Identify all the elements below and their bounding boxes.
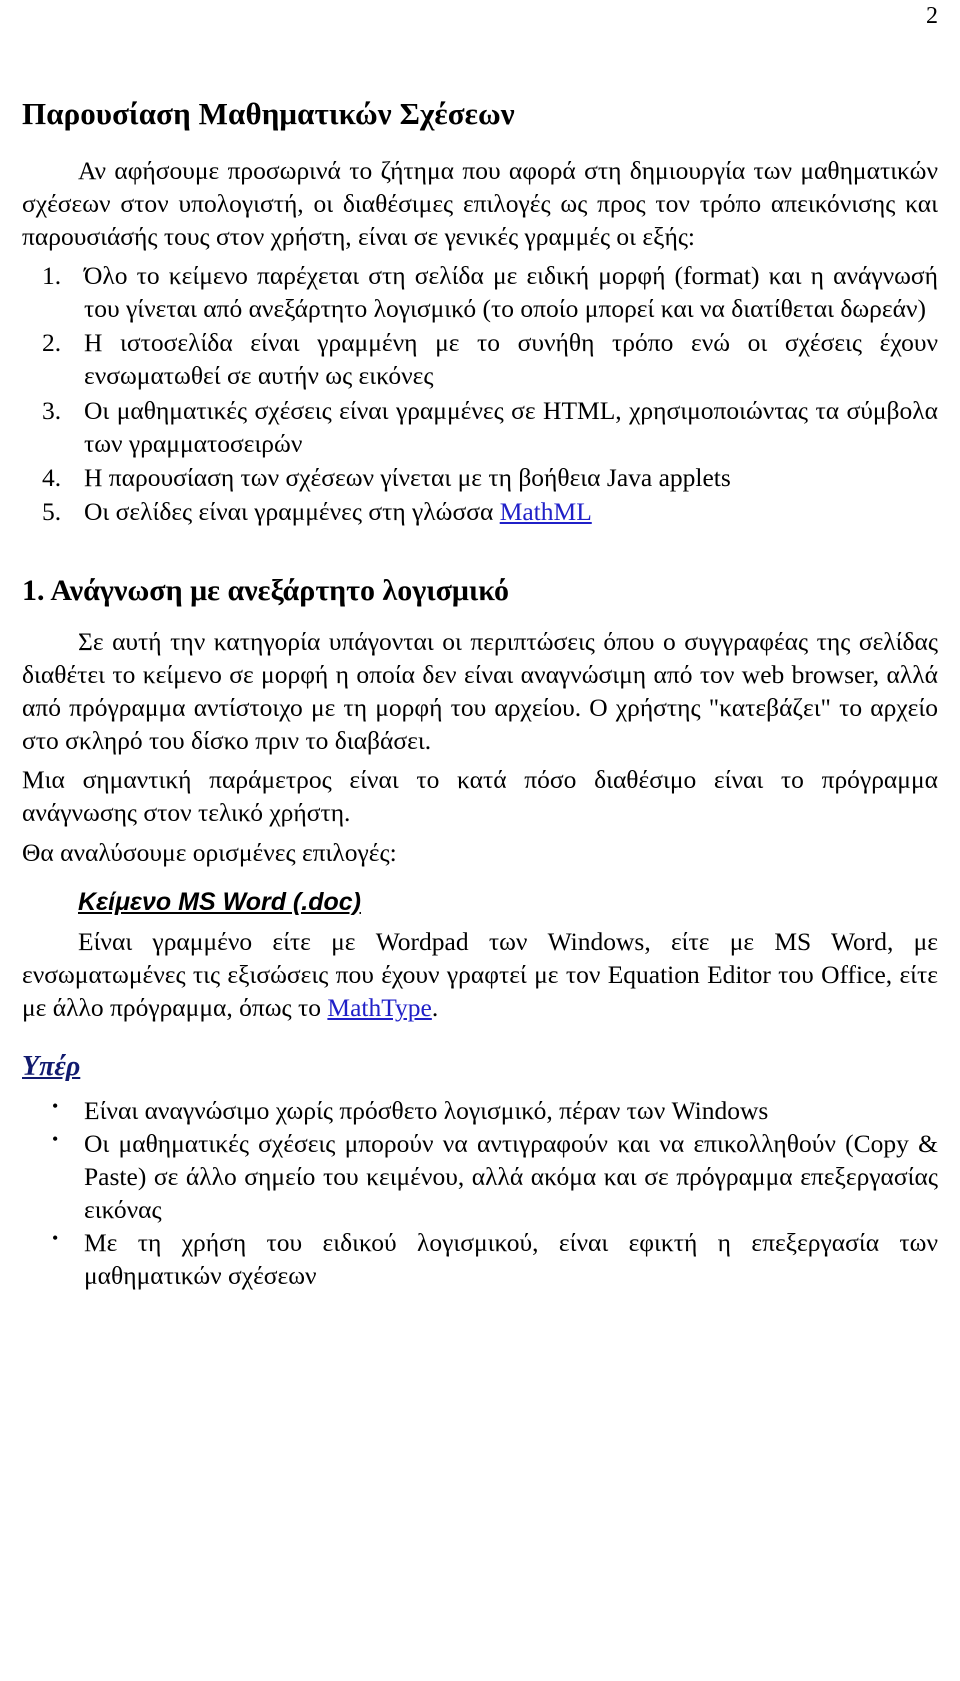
intro-paragraph: Αν αφήσουμε προσωρινά το ζήτημα που αφορ… bbox=[22, 155, 938, 251]
list-item: Οι μαθηματικές σχέσεις μπορούν να αντιγρ… bbox=[22, 1126, 938, 1226]
section1-paragraph-1: Σε αυτή την κατηγορία υπάγονται οι περιπ… bbox=[22, 626, 938, 756]
list-item: Με τη χρήση του ειδικού λογισμικού, είνα… bbox=[22, 1225, 938, 1292]
section1-paragraph-3: Θα αναλύσουμε ορισμένες επιλογές: bbox=[22, 837, 397, 867]
subsection-msword-paragraph: Είναι γραμμένο είτε με Wordpad των Windo… bbox=[22, 925, 938, 1024]
list-item-text: Οι μαθηματικές σχέσεις μπορούν να αντιγρ… bbox=[84, 1128, 938, 1225]
mathtype-link[interactable]: MathType bbox=[327, 993, 431, 1022]
list-item-text: Οι σελίδες είναι γραμμένες στη γλώσσα bbox=[84, 497, 500, 527]
section-heading-1: 1. Ανάγνωση με ανεξάρτητο λογισμικό bbox=[22, 574, 510, 608]
paragraph-text-after-link: . bbox=[431, 992, 439, 1022]
paragraph-text-before-link: Είναι γραμμένο είτε με Wordpad των Windo… bbox=[22, 926, 938, 1022]
pros-heading: Υπέρ bbox=[22, 1051, 81, 1083]
page-content: Παρουσίαση Μαθηματικών Σχέσεων Αν αφήσου… bbox=[22, 96, 938, 1293]
options-numbered-list: Όλο το κείμενο παρέχεται στη σελίδα με ε… bbox=[22, 259, 938, 528]
list-item: Όλο το κείμενο παρέχεται στη σελίδα με ε… bbox=[22, 259, 938, 325]
mathml-link[interactable]: MathML bbox=[500, 497, 592, 526]
list-item-text: Οι μαθηματικές σχέσεις είναι γραμμένες σ… bbox=[84, 395, 938, 458]
subsection-heading-msword: Κείμενο MS Word (.doc) bbox=[78, 887, 361, 916]
document-page: 2 Παρουσίαση Μαθηματικών Σχέσεων Αν αφήσ… bbox=[0, 0, 960, 1681]
list-item: Οι μαθηματικές σχέσεις είναι γραμμένες σ… bbox=[22, 394, 938, 460]
list-item: Οι σελίδες είναι γραμμένες στη γλώσσα Ma… bbox=[22, 495, 938, 528]
list-item: Είναι αναγνώσιμο χωρίς πρόσθετο λογισμικ… bbox=[22, 1093, 938, 1127]
list-item: Η ιστοσελίδα είναι γραμμένη με το συνήθη… bbox=[22, 326, 938, 392]
pros-bullet-list: Είναι αναγνώσιμο χωρίς πρόσθετο λογισμικ… bbox=[22, 1093, 938, 1293]
list-item-text: Με τη χρήση του ειδικού λογισμικού, είνα… bbox=[84, 1228, 938, 1291]
page-title: Παρουσίαση Μαθηματικών Σχέσεων bbox=[22, 96, 515, 131]
list-item-text: Όλο το κείμενο παρέχεται στη σελίδα με ε… bbox=[84, 261, 938, 324]
list-item-text: Η παρουσίαση των σχέσεων γίνεται με τη β… bbox=[84, 462, 731, 492]
section1-paragraph-2: Μια σημαντική παράμετρος είναι το κατά π… bbox=[22, 765, 938, 828]
list-item-text: Είναι αναγνώσιμο χωρίς πρόσθετο λογισμικ… bbox=[84, 1095, 769, 1125]
page-number: 2 bbox=[926, 3, 938, 29]
list-item: Η παρουσίαση των σχέσεων γίνεται με τη β… bbox=[22, 461, 938, 494]
list-item-text: Η ιστοσελίδα είναι γραμμένη με το συνήθη… bbox=[84, 328, 938, 391]
